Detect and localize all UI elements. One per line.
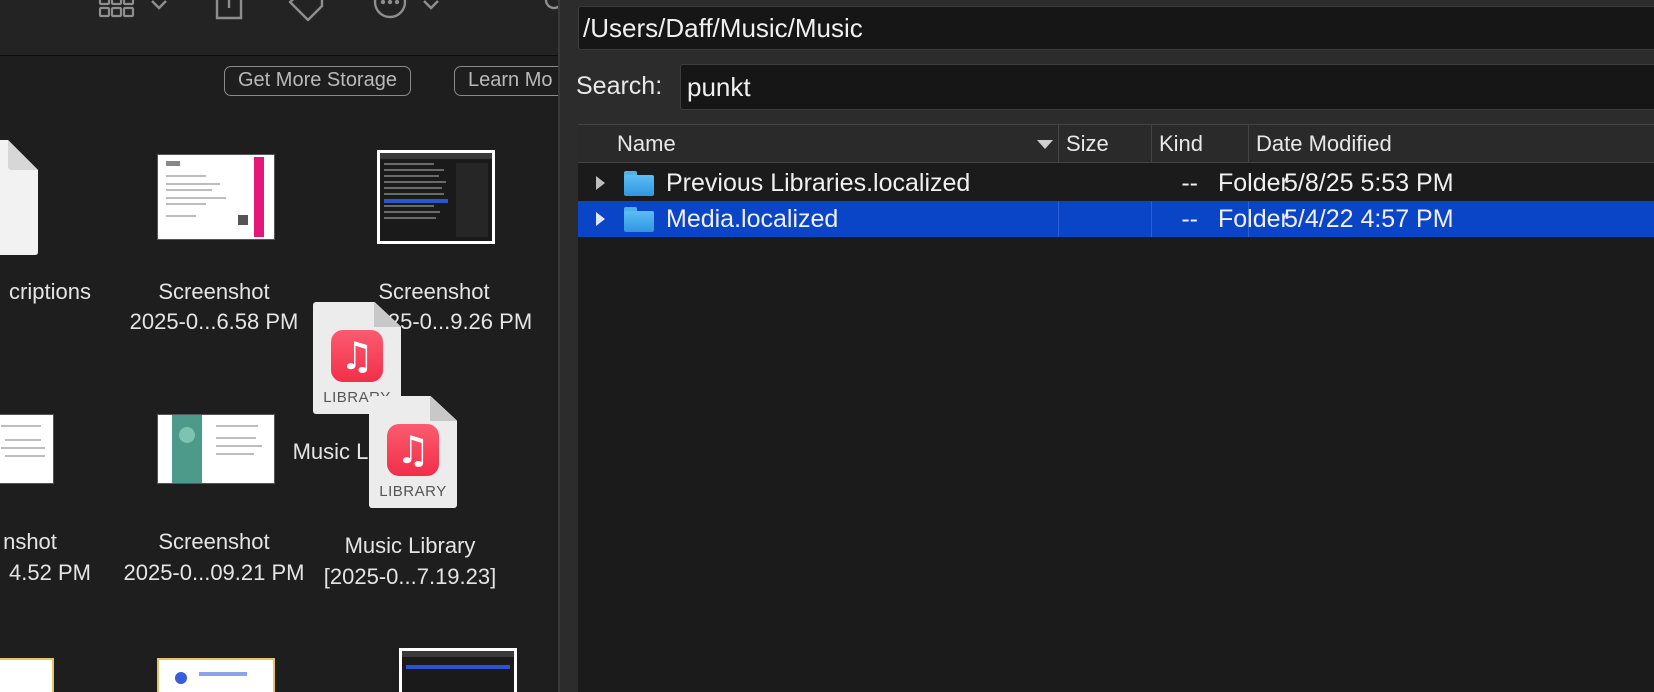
search-icon[interactable] bbox=[540, 0, 558, 14]
file-label: 2025-0...6.58 PM bbox=[129, 309, 299, 334]
music-note-icon: ♫ bbox=[331, 330, 383, 382]
certificate-thumbnail[interactable] bbox=[0, 658, 54, 692]
learn-more-button[interactable]: Learn Mo bbox=[454, 66, 558, 96]
file-label: Music Library bbox=[344, 533, 476, 558]
row-name: Previous Libraries.localized bbox=[666, 169, 971, 197]
row-date: 5/4/22 4:57 PM bbox=[1284, 205, 1454, 233]
table-row[interactable]: Media.localized -- Folder 5/4/22 4:57 PM bbox=[578, 201, 1654, 237]
get-more-storage-button[interactable]: Get More Storage bbox=[224, 66, 411, 96]
certificate-thumbnail[interactable] bbox=[0, 414, 54, 484]
column-header-size[interactable]: Size bbox=[1058, 125, 1151, 163]
folder-icon bbox=[624, 207, 654, 232]
disclosure-triangle-icon[interactable] bbox=[596, 176, 605, 190]
search-label: Search: bbox=[576, 72, 663, 100]
file-browser-dialog: /Users/Daff/Music/Music Search: Name Siz… bbox=[560, 0, 1654, 692]
grid-view-icon[interactable] bbox=[98, 0, 136, 20]
finder-toolbar bbox=[0, 0, 558, 56]
file-label: Screenshot bbox=[158, 279, 270, 304]
disclosure-triangle-icon[interactable] bbox=[596, 212, 605, 226]
screenshot-thumbnail[interactable] bbox=[157, 154, 275, 240]
path-field[interactable]: /Users/Daff/Music/Music bbox=[578, 6, 1654, 50]
row-size: -- bbox=[1181, 205, 1198, 233]
screenshot-thumbnail[interactable] bbox=[399, 648, 517, 692]
column-header-name[interactable]: Name bbox=[610, 125, 1058, 163]
music-note-icon: ♫ bbox=[387, 424, 439, 476]
row-kind: Folder bbox=[1218, 169, 1289, 197]
document-icon[interactable] bbox=[0, 140, 40, 256]
table-header: Name Size Kind Date Modified bbox=[578, 125, 1654, 163]
search-input[interactable] bbox=[680, 64, 1654, 110]
sort-descending-icon[interactable] bbox=[1037, 140, 1053, 149]
library-badge: LIBRARY bbox=[379, 483, 447, 500]
row-size: -- bbox=[1181, 169, 1198, 197]
table-row[interactable]: Previous Libraries.localized -- Folder 5… bbox=[578, 165, 1654, 201]
music-library-icon[interactable]: ♫ LIBRARY bbox=[369, 396, 457, 508]
certificate-thumbnail[interactable] bbox=[157, 658, 275, 692]
file-label: [2025-0...7.19.23] bbox=[323, 564, 497, 589]
chevron-down-icon[interactable] bbox=[422, 0, 440, 12]
more-icon[interactable] bbox=[372, 0, 408, 22]
screenshot-thumbnail[interactable] bbox=[377, 150, 495, 244]
finder-window: Get More Storage Learn Mo criptions Scre… bbox=[0, 0, 558, 692]
storage-bar: Get More Storage Learn Mo bbox=[0, 57, 558, 105]
tag-icon[interactable] bbox=[286, 0, 326, 24]
column-header-date-modified[interactable]: Date Modified bbox=[1248, 125, 1654, 163]
folder-icon bbox=[624, 171, 654, 196]
file-table: Name Size Kind Date Modified Previous Li… bbox=[578, 124, 1654, 692]
row-kind: Folder bbox=[1218, 205, 1289, 233]
share-icon[interactable] bbox=[212, 0, 246, 22]
row-name: Media.localized bbox=[666, 205, 839, 233]
row-date: 5/8/25 5:53 PM bbox=[1284, 169, 1454, 197]
column-header-kind[interactable]: Kind bbox=[1151, 125, 1248, 163]
chevron-down-icon[interactable] bbox=[150, 0, 168, 12]
